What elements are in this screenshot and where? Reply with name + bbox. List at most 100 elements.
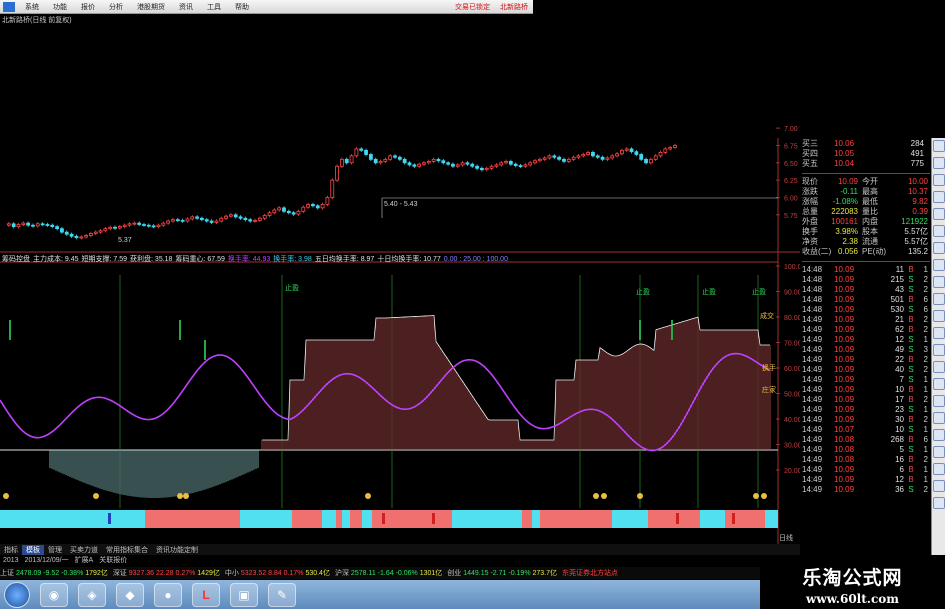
indicator-axis-label: 40.00 bbox=[784, 417, 800, 424]
tick-time: 14:48 bbox=[802, 304, 823, 314]
toolbar-button-icon[interactable] bbox=[933, 412, 945, 424]
indicator-axis-label: 90.00 bbox=[784, 290, 800, 297]
tick-price: 10.09 bbox=[834, 274, 855, 284]
related-quote-button[interactable]: 关联报价 bbox=[96, 555, 130, 565]
toolbar-button-icon[interactable] bbox=[933, 157, 945, 169]
candle-body bbox=[286, 210, 291, 214]
indicator-side-label: 换手 bbox=[762, 363, 776, 372]
toolbar-button-icon[interactable] bbox=[933, 225, 945, 237]
tab-info-custom[interactable]: 资讯功能定制 bbox=[152, 545, 202, 555]
taskbar-app-icon[interactable]: ◆ bbox=[116, 582, 144, 607]
toolbar-button-icon[interactable] bbox=[933, 242, 945, 254]
stock-chart[interactable]: 7.00 6.75 6.50 6.25 6.00 5.75 5.40 - 5.43 5.37 1… bbox=[0, 0, 800, 544]
indicator-axis-label: 60.00 bbox=[784, 366, 800, 373]
extend-button[interactable]: 扩展A bbox=[72, 555, 97, 565]
index-item[interactable]: 深证 9327.36 22.28 0.27% 1429亿 bbox=[113, 568, 220, 578]
candle-body bbox=[349, 155, 354, 164]
toolbar-button-icon[interactable] bbox=[933, 208, 945, 220]
toolbar-button-icon[interactable] bbox=[933, 497, 945, 509]
stat-row: 净资 2.38 流通 5.57亿 bbox=[802, 236, 930, 246]
candle-body bbox=[335, 165, 339, 181]
candle-body bbox=[180, 219, 185, 222]
indicator-value: 换手率: 44.93 bbox=[227, 256, 271, 263]
candle-body bbox=[60, 228, 64, 233]
tick-count: 2 bbox=[923, 484, 928, 494]
toolbar-button-icon[interactable] bbox=[933, 140, 945, 152]
index-item[interactable]: 东莞证券北方站点 bbox=[562, 568, 618, 578]
stat-label: 收益(二) bbox=[802, 246, 832, 256]
candle-body bbox=[393, 155, 397, 158]
toolbar-button-icon[interactable] bbox=[933, 310, 945, 322]
toolbar-button-icon[interactable] bbox=[933, 191, 945, 203]
quote-panel: 买三 10.06 284 买四 10.05 491 买五 10.04 775 现价 10.09 今开 1… bbox=[802, 138, 930, 544]
trend-bar-segment bbox=[145, 510, 240, 528]
stat-row: 总量 222083 量比 0.39 bbox=[802, 206, 930, 216]
toolbar-button-icon[interactable] bbox=[933, 293, 945, 305]
toolbar-button-icon[interactable] bbox=[933, 429, 945, 441]
index-field: 1301亿 bbox=[419, 570, 443, 577]
indicator-name[interactable]: 筹码控盘 bbox=[2, 256, 30, 263]
taskbar-app-icon[interactable]: ◈ bbox=[78, 582, 106, 607]
index-item[interactable]: 上证 2478.09 -9.52 -0.38% 1792亿 bbox=[0, 568, 108, 578]
taskbar-app-icon[interactable]: ▣ bbox=[230, 582, 258, 607]
tick-price: 10.09 bbox=[834, 394, 855, 404]
tab-indicator[interactable]: 指标 bbox=[0, 545, 22, 555]
tick-count: 1 bbox=[923, 404, 928, 414]
tick-row: 14:49 10.09 23 S 1 bbox=[802, 404, 930, 414]
toolbar-button-icon[interactable] bbox=[933, 446, 945, 458]
indicator-axis-label: 70.00 bbox=[784, 341, 800, 348]
tick-volume: 530 bbox=[890, 304, 904, 314]
candle-body bbox=[523, 164, 528, 167]
index-item[interactable]: 创业 1449.15 -2.71 -0.19% 273.7亿 bbox=[447, 568, 557, 578]
candle-body bbox=[171, 219, 175, 222]
taskbar-app-icon[interactable]: ● bbox=[154, 582, 182, 607]
index-item[interactable]: 中小 5323.52 8.84 0.17% 530.4亿 bbox=[225, 568, 330, 578]
signal-dot-icon bbox=[761, 493, 767, 499]
tick-row: 14:49 10.09 10 B 1 bbox=[802, 384, 930, 394]
candle-body bbox=[639, 154, 644, 160]
tick-count: 6 bbox=[923, 304, 928, 314]
toolbar-button-icon[interactable] bbox=[933, 361, 945, 373]
index-item[interactable]: 沪深 2578.11 -1.64 -0.06% 1301亿 bbox=[335, 568, 442, 578]
tick-row: 14:49 10.09 49 S 3 bbox=[802, 344, 930, 354]
candle-body bbox=[93, 231, 98, 234]
toolbar-button-icon[interactable] bbox=[933, 378, 945, 390]
tick-count: 2 bbox=[923, 454, 928, 464]
stat-row: 收益(二) 0.056 PE(动) 135.2 bbox=[802, 246, 930, 256]
tick-volume: 11 bbox=[895, 264, 904, 274]
toolbar-button-icon[interactable] bbox=[933, 463, 945, 475]
index-field: -0.06% bbox=[395, 570, 420, 577]
candle-body bbox=[407, 162, 412, 166]
tick-price: 10.08 bbox=[834, 444, 855, 454]
toolbar-button-icon[interactable] bbox=[933, 480, 945, 492]
order-book-row: 买五 10.04 775 bbox=[802, 158, 930, 168]
tick-time: 14:49 bbox=[802, 334, 823, 344]
taskbar-app-icon[interactable]: ✎ bbox=[268, 582, 296, 607]
stat-value: 10.09 bbox=[837, 176, 858, 186]
trend-bar-segment bbox=[292, 510, 322, 528]
tab-common-indicators[interactable]: 常用指标集合 bbox=[102, 545, 152, 555]
toolbar-button-icon[interactable] bbox=[933, 327, 945, 339]
period-tag[interactable]: 日线 bbox=[779, 533, 793, 543]
taskbar-app-icon[interactable]: ◉ bbox=[40, 582, 68, 607]
tick-volume: 10 bbox=[895, 424, 904, 434]
tab-buy-sell-force[interactable]: 买卖力道 bbox=[66, 545, 102, 555]
candle-body bbox=[214, 220, 219, 223]
taskbar-app-icon[interactable]: L bbox=[192, 582, 220, 607]
toolbar-button-icon[interactable] bbox=[933, 174, 945, 186]
tick-count: 2 bbox=[923, 394, 928, 404]
candle-body bbox=[378, 161, 383, 164]
candle-body bbox=[508, 161, 513, 165]
index-field: 0.17% bbox=[283, 570, 306, 577]
tick-volume: 16 bbox=[895, 454, 904, 464]
toolbar-button-icon[interactable] bbox=[933, 395, 945, 407]
candle-body bbox=[663, 148, 668, 153]
start-button-icon[interactable] bbox=[4, 581, 30, 608]
toolbar-button-icon[interactable] bbox=[933, 259, 945, 271]
tick-side: S bbox=[908, 274, 914, 284]
candle-body bbox=[619, 149, 624, 155]
tab-template[interactable]: 模板 bbox=[22, 544, 44, 555]
toolbar-button-icon[interactable] bbox=[933, 276, 945, 288]
toolbar-button-icon[interactable] bbox=[933, 344, 945, 356]
tab-manage[interactable]: 管理 bbox=[44, 545, 66, 555]
